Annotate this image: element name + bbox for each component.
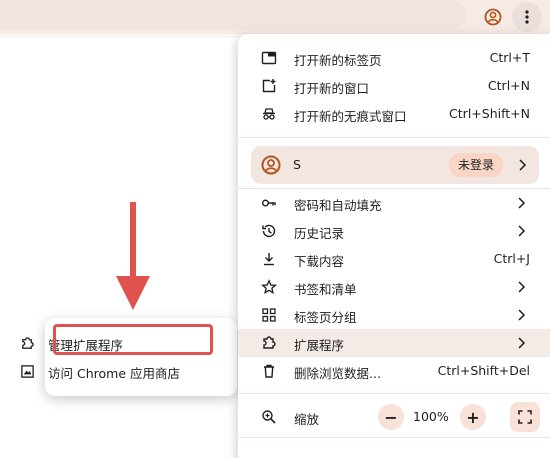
menu-item-new-tab[interactable]: 打开新的标签页 Ctrl+T: [238, 44, 550, 72]
zoom-in-button[interactable]: +: [460, 404, 486, 430]
menu-item-tab-groups[interactable]: 标签页分组: [238, 301, 550, 329]
address-bar[interactable]: [0, 0, 466, 30]
more-vert-icon: [525, 10, 529, 24]
menu-item-print-partial[interactable]: [238, 448, 550, 458]
menu-divider: [238, 393, 550, 394]
key-icon: [262, 199, 276, 207]
menu-item-bookmarks[interactable]: 书签和清单: [238, 273, 550, 301]
chrome-web-store-item[interactable]: 访问 Chrome 应用商店: [0, 357, 192, 385]
menu-item-passwords[interactable]: 密码和自动填充: [238, 189, 550, 217]
profile-icon: [484, 8, 502, 26]
menu-item-label: 扩展程序: [294, 338, 345, 353]
menu-item-incognito[interactable]: 打开新的无痕式窗口 Ctrl+Shift+N: [238, 100, 550, 128]
profile-button[interactable]: [478, 2, 508, 32]
menu-item-label: 密码和自动填充: [294, 198, 382, 213]
profile-name: S: [293, 157, 301, 172]
menu-item-downloads[interactable]: 下载内容 Ctrl+J: [238, 245, 550, 273]
menu-item-shortcut: Ctrl+J: [493, 251, 530, 266]
star-icon: [261, 279, 277, 295]
menu-item-label: 历史记录: [294, 226, 345, 241]
grid-icon: [262, 308, 276, 322]
trash-icon: [264, 364, 274, 378]
menu-divider: [238, 137, 550, 138]
zoom-out-button[interactable]: −: [378, 404, 404, 430]
menu-item-new-window[interactable]: 打开新的窗口 Ctrl+N: [238, 72, 550, 100]
zoom-label: 缩放: [294, 412, 320, 427]
menu-item-clear-browsing-data[interactable]: 删除浏览数据... Ctrl+Shift+Del: [238, 357, 550, 385]
download-icon: [264, 253, 274, 266]
menu-item-shortcut: Ctrl+Shift+N: [449, 106, 530, 121]
menu-divider: [238, 437, 550, 438]
chrome-web-store-label: 访问 Chrome 应用商店: [48, 366, 180, 381]
history-icon: [262, 224, 276, 238]
fullscreen-button[interactable]: [510, 402, 540, 432]
menu-item-shortcut: Ctrl+N: [487, 78, 530, 93]
zoom-level: 100%: [413, 409, 449, 424]
menu-item-label: 书签和清单: [294, 282, 357, 297]
menu-item-history[interactable]: 历史记录: [238, 217, 550, 245]
menu-item-label: 打开新的标签页: [294, 53, 382, 68]
print-icon: [261, 454, 277, 458]
chevron-right-icon: [518, 309, 526, 321]
chevron-right-icon: [519, 159, 527, 171]
avatar-icon: [261, 155, 281, 175]
puzzle-icon: [22, 337, 34, 349]
sign-in-status-badge: 未登录: [449, 153, 504, 177]
menu-item-shortcut: Ctrl+Shift+Del: [437, 363, 530, 378]
chevron-right-icon: [518, 337, 526, 349]
menu-button[interactable]: [512, 2, 542, 32]
zoom-icon: [262, 410, 276, 424]
menu-profile-row[interactable]: S 未登录: [251, 146, 539, 184]
menu-item-label: 下载内容: [294, 254, 345, 269]
toolbar: [0, 0, 550, 34]
store-icon: [21, 365, 34, 378]
menu-item-label: 删除浏览数据...: [294, 366, 381, 381]
browser-window: 管理扩展程序 访问 Chrome 应用商店 打开新的标签页 Ctrl+T 打开新…: [0, 0, 550, 458]
chevron-right-icon: [518, 225, 526, 237]
incognito-icon: [263, 108, 275, 120]
chevron-right-icon: [518, 197, 526, 209]
menu-zoom-row: 缩放 − 100% +: [238, 402, 550, 432]
menu-item-label: 打开新的窗口: [294, 81, 370, 96]
menu-item-shortcut: Ctrl+T: [489, 50, 530, 65]
new-tab-icon: [261, 51, 277, 65]
new-window-icon: [262, 79, 276, 93]
annotation-highlight-box: [53, 324, 213, 355]
menu-item-extensions[interactable]: 扩展程序: [238, 329, 550, 357]
chevron-right-icon: [518, 281, 526, 293]
fullscreen-icon: [518, 410, 532, 424]
menu-item-label: 标签页分组: [294, 310, 357, 325]
menu-item-label: 打开新的无痕式窗口: [294, 109, 407, 124]
puzzle-icon: [263, 336, 276, 349]
annotation-arrow: [116, 202, 150, 310]
